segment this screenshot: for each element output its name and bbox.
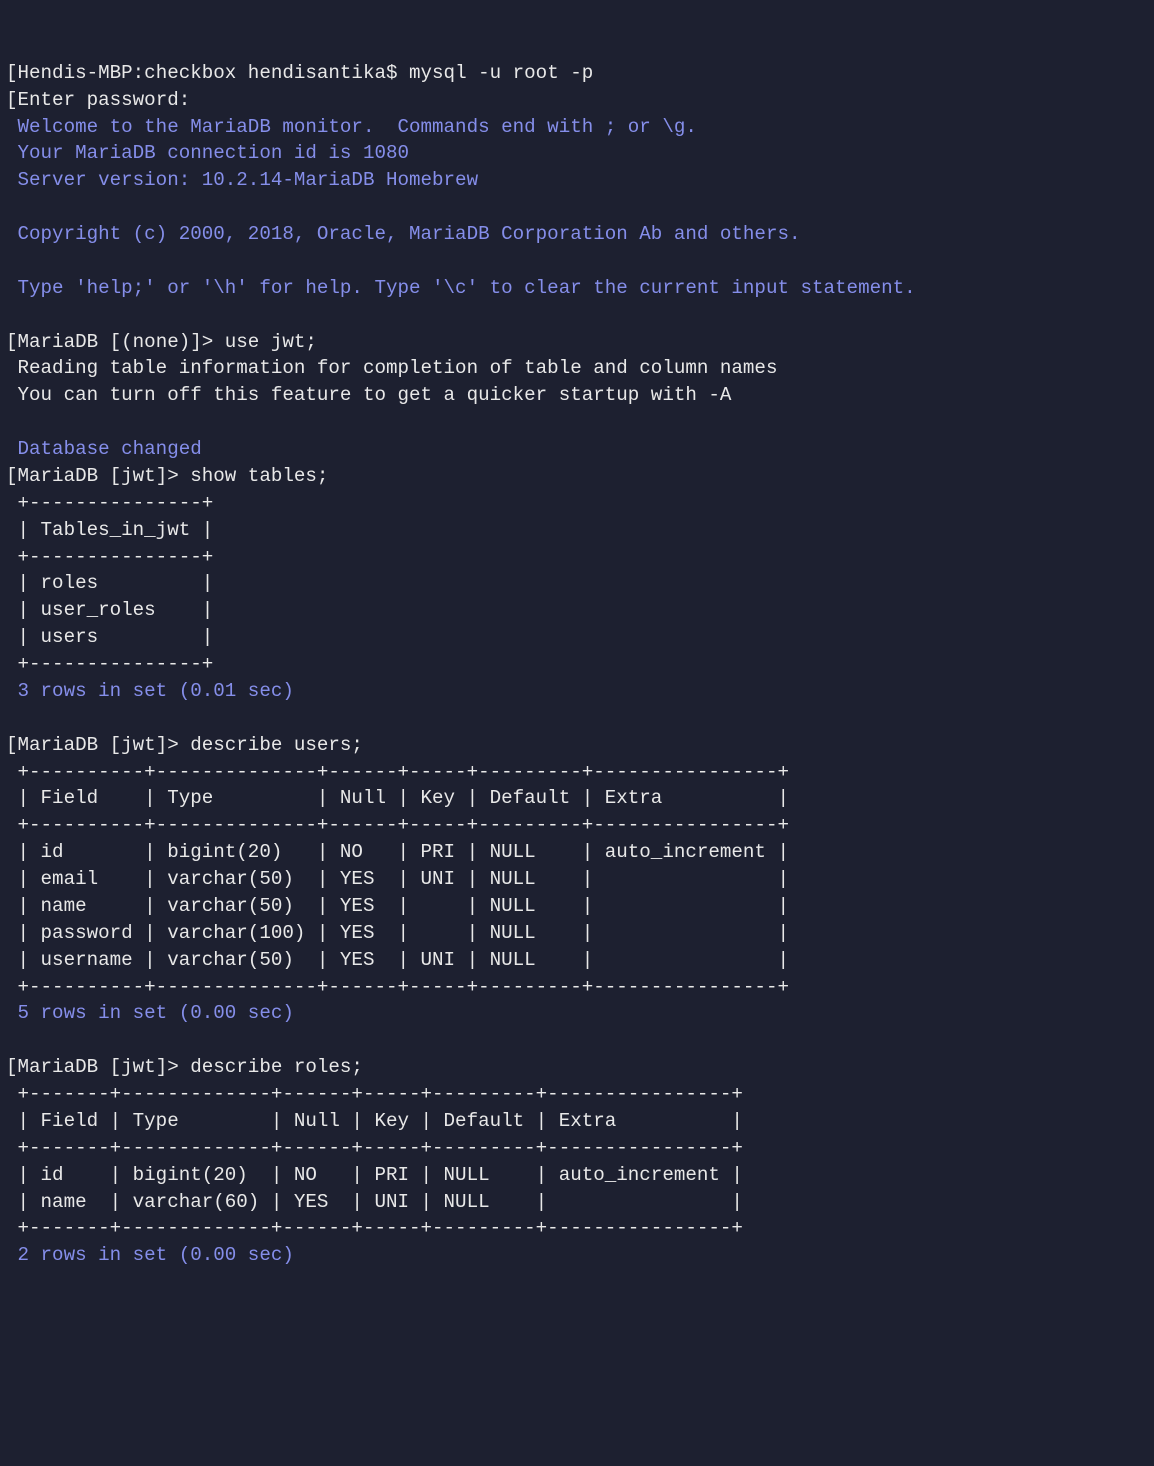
sql-command[interactable]: show tables; [190, 465, 328, 487]
table-border: +-------+-------------+------+-----+----… [6, 1137, 743, 1159]
banner-server: Server version: 10.2.14-MariaDB Homebrew [6, 169, 478, 191]
table-row: | password | varchar(100) | YES | | NULL… [6, 922, 789, 944]
database-changed: Database changed [6, 438, 202, 460]
table-row: | user_roles | [6, 599, 213, 621]
info-line: Reading table information for completion… [6, 357, 777, 379]
table-row: | id | bigint(20) | NO | PRI | NULL | au… [6, 1164, 743, 1186]
table-border: +----------+--------------+------+-----+… [6, 761, 789, 783]
banner-help: Type 'help;' or '\h' for help. Type '\c'… [6, 277, 916, 299]
mariadb-prompt: MariaDB [(none)]> [18, 331, 225, 353]
table-row: | name | varchar(60) | YES | UNI | NULL … [6, 1191, 743, 1213]
table-border: +----------+--------------+------+-----+… [6, 976, 789, 998]
sql-command[interactable]: describe roles; [190, 1056, 363, 1078]
info-line: You can turn off this feature to get a q… [6, 384, 731, 406]
table-header: | Tables_in_jwt | [6, 519, 213, 541]
terminal-window[interactable]: [Hendis-MBP:checkbox hendisantika$ mysql… [6, 60, 1148, 1269]
table-header: | Field | Type | Null | Key | Default | … [6, 1110, 743, 1132]
sql-command[interactable]: use jwt; [225, 331, 317, 353]
table-row: | users | [6, 626, 213, 648]
table-row: | name | varchar(50) | YES | | NULL | | [6, 895, 789, 917]
shell-command[interactable]: mysql -u root -p [409, 62, 593, 84]
result-footer: 3 rows in set (0.01 sec) [6, 680, 294, 702]
table-header: | Field | Type | Null | Key | Default | … [6, 787, 789, 809]
password-prompt[interactable]: Enter password: [18, 89, 191, 111]
table-row: | email | varchar(50) | YES | UNI | NULL… [6, 868, 789, 890]
table-border: +---------------+ [6, 492, 213, 514]
banner-copyright: Copyright (c) 2000, 2018, Oracle, MariaD… [6, 223, 801, 245]
table-border: +-------+-------------+------+-----+----… [6, 1217, 743, 1239]
mariadb-prompt: MariaDB [jwt]> [18, 734, 191, 756]
sql-command[interactable]: describe users; [190, 734, 363, 756]
table-border: +-------+-------------+------+-----+----… [6, 1083, 743, 1105]
table-row: | roles | [6, 572, 213, 594]
table-border: +---------------+ [6, 653, 213, 675]
banner-conn-id: Your MariaDB connection id is 1080 [6, 142, 409, 164]
table-border: +---------------+ [6, 546, 213, 568]
table-row: | id | bigint(20) | NO | PRI | NULL | au… [6, 841, 789, 863]
mariadb-prompt: MariaDB [jwt]> [18, 465, 191, 487]
result-footer: 2 rows in set (0.00 sec) [6, 1244, 294, 1266]
banner-welcome: Welcome to the MariaDB monitor. Commands… [6, 116, 697, 138]
result-footer: 5 rows in set (0.00 sec) [6, 1002, 294, 1024]
table-row: | username | varchar(50) | YES | UNI | N… [6, 949, 789, 971]
shell-prompt: Hendis-MBP:checkbox hendisantika$ [18, 62, 410, 84]
mariadb-prompt: MariaDB [jwt]> [18, 1056, 191, 1078]
table-border: +----------+--------------+------+-----+… [6, 814, 789, 836]
